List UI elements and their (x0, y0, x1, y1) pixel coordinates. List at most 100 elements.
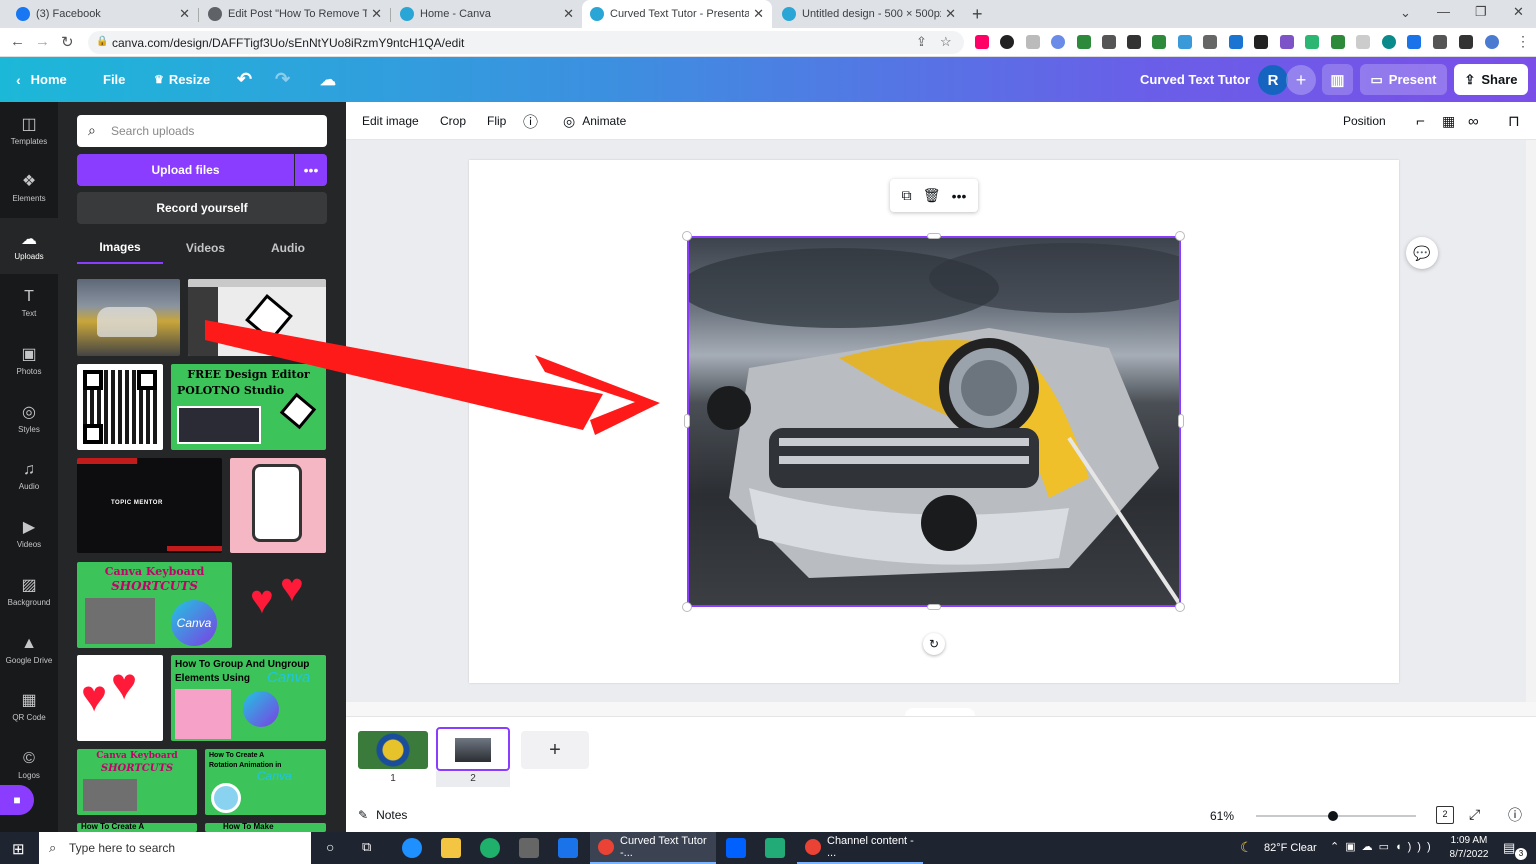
extension-icon[interactable] (1356, 35, 1370, 49)
sidebar-item-audio[interactable]: ♫ Audio (0, 448, 58, 504)
sidebar-item-background[interactable]: ▨ Background (0, 564, 58, 620)
task-view-icon[interactable]: ⧉ (362, 839, 371, 855)
flip-button[interactable]: Flip (487, 102, 506, 140)
extension-icon[interactable] (1254, 35, 1268, 49)
close-tab-icon[interactable]: ✕ (753, 6, 764, 22)
duplicate-icon[interactable]: ⧉ (902, 187, 912, 204)
sidebar-item-qr-code[interactable]: ▦ QR Code (0, 679, 58, 735)
tab-images[interactable]: Images (77, 232, 163, 264)
system-tray-icons[interactable]: ⌃▣☁▭◖))) (1330, 840, 1437, 853)
share-button[interactable]: ⇪ Share (1454, 64, 1528, 95)
extension-icon[interactable] (1229, 35, 1243, 49)
undo-icon[interactable]: ↶ (237, 57, 252, 102)
browser-tab-facebook[interactable]: (3) Facebook ✕ (8, 0, 198, 28)
upload-thumbnail-topic-mentor[interactable]: TOPIC MENTOR (77, 458, 222, 553)
sidebar-item-templates[interactable]: ◫ Templates (0, 103, 58, 159)
side-panel-icon[interactable] (1459, 35, 1473, 49)
animate-button[interactable]: ◎ Animate (563, 102, 626, 140)
resize-handle[interactable] (682, 231, 692, 241)
extension-icon[interactable] (1152, 35, 1166, 49)
record-video-icon[interactable]: ■ (0, 785, 34, 815)
info-icon[interactable]: ⓘ (523, 102, 538, 140)
selected-car-image[interactable] (687, 236, 1181, 607)
page-count[interactable]: 2 (1436, 806, 1454, 824)
upload-thumbnail-keyboard-shortcuts-2[interactable]: Canva Keyboard SHORTCUTS (77, 749, 197, 815)
tab-audio[interactable]: Audio (248, 232, 328, 264)
upload-thumbnail-keyboard-shortcuts[interactable]: Canva Keyboard SHORTCUTS Canva (77, 562, 232, 648)
page-thumbnail-2[interactable] (436, 727, 510, 771)
crop-button[interactable]: Crop (440, 102, 466, 140)
extension-icon[interactable] (1203, 35, 1217, 49)
taskbar-app-chrome-2[interactable]: Channel content - ... (797, 832, 923, 864)
add-comment-icon[interactable]: 💬 (1406, 237, 1438, 269)
position-button[interactable]: Position (1343, 102, 1386, 140)
lock-icon[interactable]: ⊓ (1508, 102, 1520, 140)
add-page-button[interactable]: + (521, 731, 589, 769)
extension-icon[interactable] (1127, 35, 1141, 49)
file-menu-button[interactable]: File (103, 57, 125, 102)
weather-text[interactable]: 82°F Clear (1264, 842, 1317, 854)
close-tab-icon[interactable]: ✕ (945, 6, 956, 22)
present-button[interactable]: ▭ Present (1360, 64, 1447, 95)
browser-menu-icon[interactable]: ⋮ (1516, 33, 1530, 50)
edge-icon[interactable] (480, 838, 500, 858)
app-icon[interactable] (402, 838, 422, 858)
browser-tab-edit-post[interactable]: Edit Post "How To Remove The B ✕ (200, 0, 390, 28)
extension-icon[interactable] (1178, 35, 1192, 49)
upload-thumbnail-phone-ad[interactable] (230, 458, 326, 553)
resize-handle[interactable] (927, 604, 941, 610)
sidebar-item-videos[interactable]: ▶ Videos (0, 506, 58, 562)
back-icon[interactable]: ← (10, 33, 25, 50)
search-input[interactable]: ⌕ Search uploads (77, 115, 327, 147)
upload-thumbnail-hearts[interactable]: ♥ ♥ (240, 562, 326, 648)
close-tab-icon[interactable]: ✕ (179, 6, 190, 22)
upload-files-button[interactable]: Upload files (77, 154, 294, 186)
upload-thumbnail-group-ungroup[interactable]: How To Group And Ungroup Elements Using … (171, 655, 326, 741)
extension-icon[interactable] (1077, 35, 1091, 49)
extension-icon[interactable] (1331, 35, 1345, 49)
close-tab-icon[interactable]: ✕ (563, 6, 574, 22)
profile-avatar-icon[interactable] (1485, 35, 1499, 49)
notifications-icon[interactable]: ▤ (1503, 840, 1515, 856)
trash-icon[interactable]: 🗑 (923, 187, 941, 204)
tab-videos[interactable]: Videos (163, 232, 248, 264)
sidebar-item-google-drive[interactable]: ▲ Google Drive (0, 622, 58, 678)
home-button[interactable]: ‹ Home (16, 57, 67, 102)
browser-tab-untitled[interactable]: Untitled design - 500 × 500px ✕ (774, 0, 964, 28)
sidebar-item-photos[interactable]: ▣ Photos (0, 333, 58, 389)
extension-icon[interactable] (1407, 35, 1421, 49)
upload-thumbnail-hearts-white[interactable]: ♥ ♥ (77, 655, 163, 741)
upload-thumbnail-rotation-animation[interactable]: How To Create A Rotation Animation in Ca… (205, 749, 326, 815)
clock-time[interactable]: 1:09 AM (1446, 835, 1492, 846)
redo-icon[interactable]: ↷ (275, 57, 290, 102)
app-icon[interactable] (765, 838, 785, 858)
extensions-puzzle-icon[interactable] (1433, 35, 1447, 49)
more-icon[interactable]: ••• (952, 188, 967, 204)
resize-handle[interactable] (927, 233, 941, 239)
zoom-slider-knob[interactable] (1327, 811, 1338, 821)
minimize-icon[interactable]: — (1437, 4, 1450, 19)
upload-thumbnail-car[interactable] (77, 279, 180, 356)
share-page-icon[interactable]: ⇪ (916, 34, 927, 50)
extension-icon[interactable] (1102, 35, 1116, 49)
extension-icon[interactable] (1280, 35, 1294, 49)
extension-icon[interactable] (1305, 35, 1319, 49)
dropbox-icon[interactable] (726, 838, 746, 858)
sidebar-item-uploads[interactable]: ☁ Uploads (0, 218, 58, 274)
file-explorer-icon[interactable] (441, 838, 461, 858)
transparency-icon[interactable]: ▦ (1442, 102, 1455, 140)
taskbar-app-chrome-1[interactable]: Curved Text Tutor -... (590, 832, 716, 864)
upload-thumbnail-qr-code[interactable] (77, 364, 163, 450)
sidebar-item-styles[interactable]: ◎ Styles (0, 391, 58, 447)
resize-handle[interactable] (1175, 602, 1185, 612)
resize-button[interactable]: ♛ Resize (154, 57, 210, 102)
mail-icon[interactable] (558, 838, 578, 858)
tab-search-icon[interactable]: ⌄ (1400, 5, 1411, 21)
extension-icon[interactable] (1026, 35, 1040, 49)
maximize-icon[interactable]: ❐ (1475, 4, 1487, 20)
paint-roller-icon[interactable]: ⌐ (1416, 102, 1425, 140)
upload-thumbnail-how-to-make[interactable]: How To Make (205, 823, 326, 832)
browser-tab-home-canva[interactable]: Home - Canva ✕ (392, 0, 582, 28)
new-tab-icon[interactable]: + (972, 4, 983, 25)
zoom-percent[interactable]: 61% (1210, 809, 1234, 823)
